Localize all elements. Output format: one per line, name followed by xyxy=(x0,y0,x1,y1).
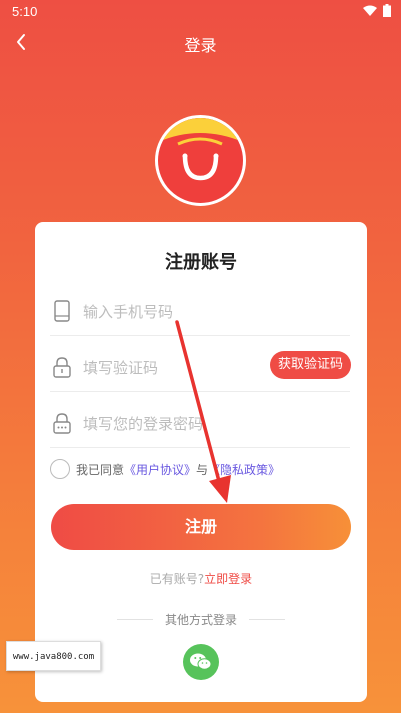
code-input[interactable]: 填写验证码 xyxy=(83,357,158,378)
has-account-row: 已有账号?立即登录 xyxy=(35,570,367,587)
phone-icon xyxy=(54,300,70,322)
password-field[interactable]: 填写您的登录密码 xyxy=(50,398,350,448)
divider-right xyxy=(249,619,285,620)
password-input[interactable]: 填写您的登录密码 xyxy=(83,413,203,434)
agree-checkbox[interactable] xyxy=(50,459,70,479)
shopping-bag-logo xyxy=(155,115,246,206)
agree-text: 我已同意《用户协议》与《隐私政策》 xyxy=(76,461,280,478)
privacy-policy-link[interactable]: 《隐私政策》 xyxy=(208,463,280,477)
nav-bar: 登录 xyxy=(0,24,401,60)
battery-icon xyxy=(383,4,391,17)
register-card: 注册账号 输入手机号码 填写验证码 获取验证码 填写您的登录密码 我已同意《用户… xyxy=(35,222,367,702)
status-time: 5:10 xyxy=(12,4,38,19)
has-account-text: 已有账号? xyxy=(149,572,205,586)
wechat-icon xyxy=(190,653,212,670)
page-title: 登录 xyxy=(184,36,217,55)
agree-prefix: 我已同意 xyxy=(76,463,125,477)
other-login-divider: 其他方式登录 xyxy=(117,611,285,627)
agree-and: 与 xyxy=(196,463,209,477)
status-bar: 5:10 xyxy=(0,0,401,24)
card-title: 注册账号 xyxy=(165,252,237,273)
watermark: www.java800.com xyxy=(6,641,101,671)
code-field[interactable]: 填写验证码 获取验证码 xyxy=(50,342,351,392)
login-now-link[interactable]: 立即登录 xyxy=(204,572,252,586)
wechat-login-button[interactable] xyxy=(183,644,219,680)
register-button[interactable]: 注册 xyxy=(51,504,351,550)
wifi-icon xyxy=(363,5,377,16)
user-agreement-link[interactable]: 《用户协议》 xyxy=(124,463,196,477)
password-lock-icon xyxy=(53,413,71,434)
phone-field[interactable]: 输入手机号码 xyxy=(50,286,350,336)
lock-icon xyxy=(53,357,71,378)
agreement-row: 我已同意《用户协议》与《隐私政策》 xyxy=(50,458,350,480)
phone-input[interactable]: 输入手机号码 xyxy=(83,301,173,322)
get-code-button[interactable]: 获取验证码 xyxy=(269,351,351,379)
status-icons xyxy=(363,4,391,17)
